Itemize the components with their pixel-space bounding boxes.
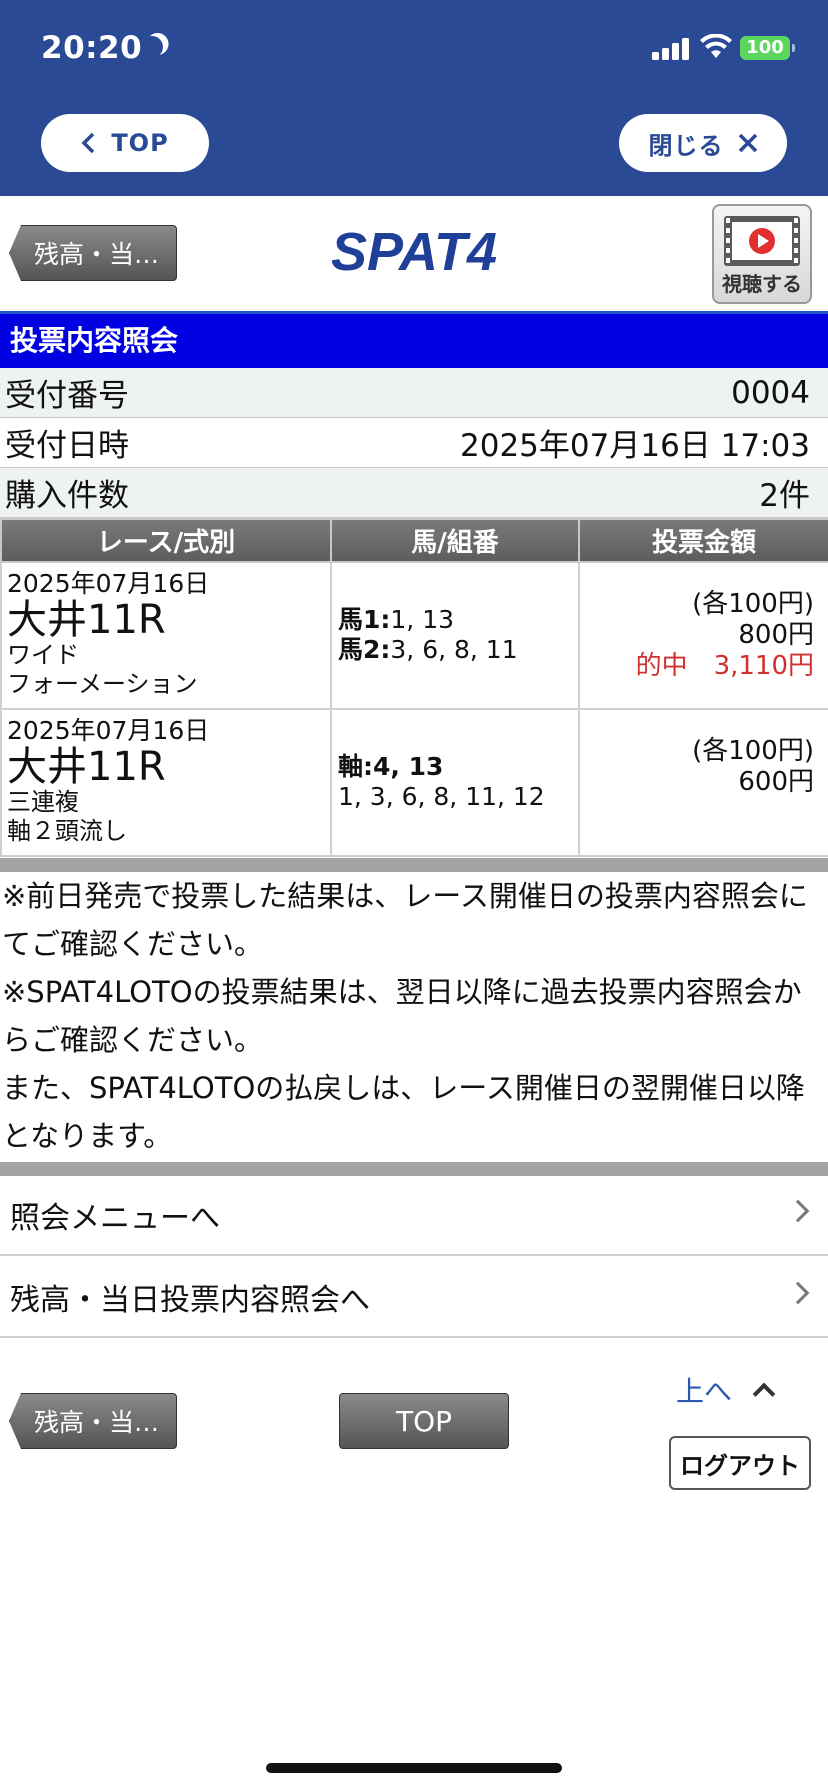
combo-lines: 軸:4, 13 1, 3, 6, 8, 11, 12: [332, 710, 578, 812]
notes: ※前日発売で投票した結果は、レース開催日の投票内容照会にてご確認ください。 ※S…: [0, 872, 828, 1160]
amount-lines: (各100円) 800円 的中 3,110円: [580, 563, 828, 682]
status-time: 20:20: [41, 30, 143, 66]
divider: [0, 858, 828, 872]
footer-top-button[interactable]: TOP: [339, 1393, 509, 1449]
chevron-up-icon[interactable]: [752, 1382, 776, 1406]
cellular-signal-icon: [652, 38, 690, 60]
combo-label: 馬1:: [338, 605, 391, 634]
note-loto-results: ※SPAT4LOTOの投票結果は、翌日以降に過去投票内容照会からご確認ください。: [2, 975, 802, 1057]
unit-amount: (各100円): [692, 736, 814, 766]
footer-top-label: TOP: [395, 1404, 453, 1438]
amount-cell: (各100円) 600円: [578, 708, 828, 857]
receipt-number-label: 受付番号: [5, 378, 129, 414]
amount-cell: (各100円) 800円 的中 3,110円: [578, 561, 828, 710]
combo-cell: 軸:4, 13 1, 3, 6, 8, 11, 12: [330, 708, 580, 857]
combo-label: 馬2:: [338, 635, 391, 664]
note-loto-payout: また、SPAT4LOTOの払戻しは、レース開催日の翌開催日以降となります。: [2, 1071, 805, 1153]
race-date: 2025年07月16日: [7, 716, 210, 745]
scroll-up-link[interactable]: 上へ: [676, 1370, 732, 1410]
race-cell: 2025年07月16日 大井11R ワイド フォーメーション: [0, 561, 332, 710]
chevron-right-icon: [786, 1281, 810, 1305]
race-name: 大井11R: [7, 597, 166, 643]
table-header-row: レース/式別 馬/組番 投票金額: [0, 518, 828, 563]
bet-type: 三連複: [7, 788, 79, 816]
logout-label: ログアウト: [680, 1451, 800, 1480]
svg-text:SPAT4: SPAT4: [332, 222, 496, 280]
footer-balance-back-button[interactable]: 残高・当…: [9, 1393, 177, 1449]
note-prior-day: ※前日発売で投票した結果は、レース開催日の投票内容照会にてご確認ください。: [2, 879, 808, 961]
balance-inquiry-label: 残高・当日投票内容照会へ: [10, 1283, 370, 1318]
header-race: レース/式別: [0, 518, 332, 563]
balance-inquiry-link[interactable]: 残高・当日投票内容照会へ: [0, 1258, 828, 1338]
hit-payout: 的中 3,110円: [635, 651, 814, 681]
page-title: 投票内容照会: [0, 311, 828, 368]
combo-value: 1, 13: [390, 605, 455, 634]
watch-video-label: 視聴する: [722, 272, 802, 296]
bets-table: レース/式別 馬/組番 投票金額 2025年07月16日 大井11R ワイド フ…: [0, 518, 828, 857]
receipt-datetime-value: 2025年07月16日 17:03: [460, 428, 810, 464]
inquiry-menu-link[interactable]: 照会メニューへ: [0, 1176, 828, 1256]
purchase-count-value: 2件: [759, 478, 810, 514]
bet-method: 軸２頭流し: [7, 817, 127, 845]
header-amount: 投票金額: [578, 518, 828, 563]
chevron-right-icon: [786, 1199, 810, 1223]
combo-cell: 馬1:1, 13 馬2:3, 6, 8, 11: [330, 561, 580, 710]
close-icon: [738, 133, 757, 153]
logout-button[interactable]: ログアウト: [669, 1436, 811, 1490]
battery-indicator: 100: [740, 36, 795, 60]
balance-back-button[interactable]: 残高・当…: [9, 225, 177, 281]
amount-lines: (各100円) 600円: [580, 710, 828, 798]
divider: [0, 1162, 828, 1176]
purchase-count-row: 購入件数 2件: [0, 468, 828, 518]
combo-lines: 馬1:1, 13 馬2:3, 6, 8, 11: [332, 563, 578, 665]
browser-close-button[interactable]: 閉じる: [619, 114, 787, 172]
chevron-left-icon: [81, 132, 95, 154]
header-combo: 馬/組番: [330, 518, 580, 563]
total-amount: 800円: [738, 620, 814, 650]
race-name: 大井11R: [7, 744, 166, 790]
race-date: 2025年07月16日: [7, 569, 210, 598]
table-row: 2025年07月16日 大井11R 三連複 軸２頭流し 軸:4, 13 1, 3…: [0, 708, 828, 857]
bet-type: ワイド: [7, 641, 79, 669]
table-row: 2025年07月16日 大井11R ワイド フォーメーション 馬1:1, 13 …: [0, 561, 828, 710]
watch-video-button[interactable]: 視聴する: [712, 204, 812, 304]
combo-value: 3, 6, 8, 11: [390, 635, 518, 664]
receipt-datetime-label: 受付日時: [5, 428, 129, 464]
balance-back-label: 残高・当…: [34, 240, 160, 269]
combo-value: 1, 3, 6, 8, 11, 12: [338, 782, 545, 811]
wifi-icon: [700, 34, 732, 58]
inquiry-menu-label: 照会メニューへ: [10, 1201, 220, 1236]
browser-top-label: TOP: [111, 129, 169, 157]
total-amount: 600円: [738, 767, 814, 797]
unit-amount: (各100円): [692, 589, 814, 619]
browser-top-button[interactable]: TOP: [41, 114, 209, 172]
footer-balance-back-label: 残高・当…: [34, 1408, 160, 1437]
spat4-logo: SPAT4: [332, 222, 496, 280]
browser-close-label: 閉じる: [648, 131, 724, 160]
receipt-number-value: 0004: [731, 374, 810, 411]
purchase-count-label: 購入件数: [5, 478, 129, 514]
race-cell: 2025年07月16日 大井11R 三連複 軸２頭流し: [0, 708, 332, 857]
home-indicator[interactable]: [266, 1763, 562, 1773]
receipt-number-row: 受付番号 0004: [0, 368, 828, 418]
receipt-datetime-row: 受付日時 2025年07月16日 17:03: [0, 418, 828, 468]
bet-method: フォーメーション: [7, 670, 198, 698]
combo-axis-label: 軸:4, 13: [338, 752, 444, 781]
